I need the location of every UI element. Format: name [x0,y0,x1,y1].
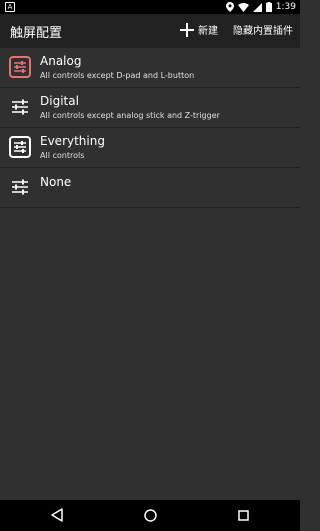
page-title: 触屏配置 [10,26,63,41]
hide-builtin-label: 隐藏内置插件 [233,26,293,37]
sliders-box-icon [9,56,31,78]
profile-list: Analog All controls except D-pad and L-b… [0,48,300,208]
new-button[interactable]: 新建 [180,22,218,37]
home-icon[interactable] [144,509,157,522]
list-item-none[interactable]: None [0,168,300,208]
battery-icon [265,2,272,12]
notification-icon: A [5,2,15,12]
status-bar: A 1:39 [0,0,300,14]
app-bar: 触屏配置 新建 隐藏内置插件 [0,14,300,48]
list-item-digital[interactable]: Digital All controls except analog stick… [0,88,300,128]
new-button-label: 新建 [198,26,218,37]
hide-builtin-button[interactable]: 隐藏内置插件 [233,22,293,37]
navigation-bar [0,500,300,531]
location-icon [225,2,234,12]
sliders-box-icon [9,136,31,158]
back-icon[interactable] [51,508,63,522]
notification-area: A [5,0,15,14]
profile-name: Analog [40,54,82,68]
signal-icon [252,2,262,12]
wifi-icon [237,2,249,12]
list-item-analog[interactable]: Analog All controls except D-pad and L-b… [0,48,300,88]
profile-description: All controls [40,151,85,160]
profile-name: None [40,175,72,189]
recents-icon[interactable] [238,510,249,521]
clock: 1:39 [275,2,296,12]
profile-name: Digital [40,94,79,108]
status-icons: 1:39 [225,0,296,14]
list-item-everything[interactable]: Everything All controls [0,128,300,168]
plus-icon [180,22,194,37]
profile-description: All controls except D-pad and L-button [40,71,195,80]
sliders-icon [12,99,28,115]
profile-description: All controls except analog stick and Z-t… [40,111,220,120]
sliders-icon [12,179,28,195]
profile-name: Everything [40,134,105,148]
